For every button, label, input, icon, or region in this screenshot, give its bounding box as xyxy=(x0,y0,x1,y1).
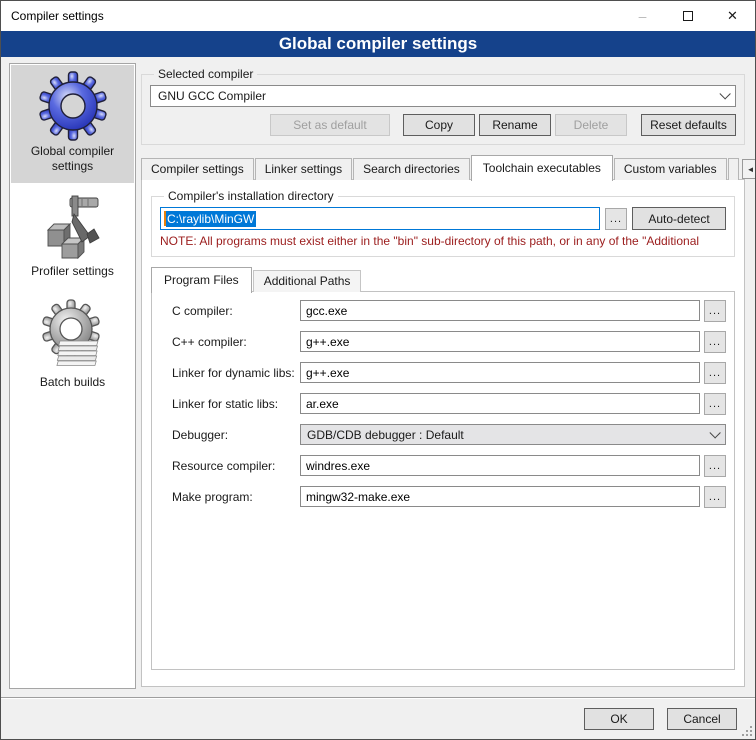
installation-directory-group: Compiler's installation directory C:\ray… xyxy=(151,189,735,257)
chevron-down-icon xyxy=(719,88,730,99)
cpp-compiler-label: C++ compiler: xyxy=(172,335,300,349)
rename-button[interactable]: Rename xyxy=(479,114,551,136)
linker-static-input[interactable] xyxy=(300,393,700,414)
compiler-select-value: GNU GCC Compiler xyxy=(158,89,719,103)
tab-scroll-buttons: ◄ ► xyxy=(742,159,756,179)
resource-compiler-label: Resource compiler: xyxy=(172,459,300,473)
compiler-settings-window: Compiler settings – ✕ Global compiler se… xyxy=(0,0,756,740)
window-title: Compiler settings xyxy=(1,9,104,23)
delete-button[interactable]: Delete xyxy=(555,114,627,136)
titlebar-buttons: – ✕ xyxy=(620,1,755,31)
sidebar-item-profiler-settings[interactable]: Profiler settings xyxy=(11,189,134,288)
tab-toolchain-executables[interactable]: Toolchain executables xyxy=(471,155,613,181)
installation-directory-value: C:\raylib\MinGW xyxy=(166,211,256,227)
program-files-tab-bar: Program Files Additional Paths xyxy=(151,266,735,292)
selected-compiler-group: Selected compiler GNU GCC Compiler Set a… xyxy=(141,67,745,145)
tab-build-options[interactable]: Build options xyxy=(728,158,739,180)
resource-compiler-input[interactable] xyxy=(300,455,700,476)
settings-sidebar: Global compiler settings xyxy=(9,63,136,689)
titlebar: Compiler settings – ✕ xyxy=(1,1,755,31)
resource-compiler-row: Resource compiler: ... xyxy=(172,455,726,476)
make-program-input[interactable] xyxy=(300,486,700,507)
selected-compiler-group-label: Selected compiler xyxy=(154,67,257,81)
scroll-left-icon: ◄ xyxy=(747,165,755,174)
chevron-down-icon xyxy=(709,427,720,438)
global-compiler-settings-gear-icon xyxy=(38,70,108,142)
make-program-row: Make program: ... xyxy=(172,486,726,507)
copy-button[interactable]: Copy xyxy=(403,114,475,136)
minimize-icon: – xyxy=(639,11,647,21)
resize-grip[interactable] xyxy=(742,726,753,737)
debugger-row: Debugger: GDB/CDB debugger : Default xyxy=(172,424,726,445)
debugger-label: Debugger: xyxy=(172,428,300,442)
compiler-buttons-row: Set as default Copy Rename Delete Reset … xyxy=(150,114,736,136)
maximize-button[interactable] xyxy=(665,1,710,31)
browse-directory-button[interactable]: ... xyxy=(605,208,627,230)
installation-directory-row: C:\raylib\MinGW ... Auto-detect xyxy=(160,207,726,230)
ok-button[interactable]: OK xyxy=(584,708,654,730)
program-files-panel: C compiler: ... C++ compiler: ... Linker… xyxy=(151,291,735,670)
auto-detect-button[interactable]: Auto-detect xyxy=(632,207,726,230)
c-compiler-input[interactable] xyxy=(300,300,700,321)
dialog-footer: OK Cancel xyxy=(1,697,755,739)
sidebar-item-batch-builds[interactable]: Batch builds xyxy=(11,294,134,399)
linker-static-label: Linker for static libs: xyxy=(172,397,300,411)
tab-custom-variables[interactable]: Custom variables xyxy=(614,158,727,180)
sidebar-item-global-compiler-settings[interactable]: Global compiler settings xyxy=(11,65,134,183)
installation-directory-group-label: Compiler's installation directory xyxy=(164,189,338,203)
linker-dynamic-input[interactable] xyxy=(300,362,700,383)
tab-scroll-left-button[interactable]: ◄ xyxy=(742,159,756,179)
batch-builds-gear-stack-icon xyxy=(38,299,108,373)
debugger-select-value: GDB/CDB debugger : Default xyxy=(307,428,709,442)
page-title: Global compiler settings xyxy=(1,31,755,57)
maximize-icon xyxy=(683,11,693,21)
reset-defaults-button[interactable]: Reset defaults xyxy=(641,114,736,136)
tab-program-files[interactable]: Program Files xyxy=(151,267,252,293)
tab-linker-settings[interactable]: Linker settings xyxy=(255,158,352,180)
set-as-default-button[interactable]: Set as default xyxy=(270,114,390,136)
tab-search-directories[interactable]: Search directories xyxy=(353,158,470,180)
toolchain-executables-panel: Compiler's installation directory C:\ray… xyxy=(141,179,745,687)
sidebar-item-label: Batch builds xyxy=(13,375,132,390)
cancel-button[interactable]: Cancel xyxy=(667,708,737,730)
c-compiler-label: C compiler: xyxy=(172,304,300,318)
linker-dynamic-row: Linker for dynamic libs: ... xyxy=(172,362,726,383)
cpp-compiler-row: C++ compiler: ... xyxy=(172,331,726,352)
linker-static-row: Linker for static libs: ... xyxy=(172,393,726,414)
make-program-label: Make program: xyxy=(172,490,300,504)
resource-compiler-browse-button[interactable]: ... xyxy=(704,455,726,477)
linker-dynamic-label: Linker for dynamic libs: xyxy=(172,366,300,380)
bin-subdirectory-note: NOTE: All programs must exist either in … xyxy=(160,234,726,248)
settings-tab-bar: Compiler settings Linker settings Search… xyxy=(141,154,745,180)
compiler-select[interactable]: GNU GCC Compiler xyxy=(150,85,736,107)
main-panel: Selected compiler GNU GCC Compiler Set a… xyxy=(141,61,745,687)
close-icon: ✕ xyxy=(727,8,738,24)
close-button[interactable]: ✕ xyxy=(710,1,755,31)
c-compiler-row: C compiler: ... xyxy=(172,300,726,321)
tab-additional-paths[interactable]: Additional Paths xyxy=(253,270,362,292)
sidebar-item-label: Profiler settings xyxy=(13,264,132,279)
cpp-compiler-input[interactable] xyxy=(300,331,700,352)
sidebar-item-label: Global compiler settings xyxy=(13,144,132,174)
tab-compiler-settings[interactable]: Compiler settings xyxy=(141,158,254,180)
linker-static-browse-button[interactable]: ... xyxy=(704,393,726,415)
debugger-select[interactable]: GDB/CDB debugger : Default xyxy=(300,424,726,445)
profiler-caliper-icon xyxy=(38,194,108,262)
minimize-button[interactable]: – xyxy=(620,1,665,31)
c-compiler-browse-button[interactable]: ... xyxy=(704,300,726,322)
cpp-compiler-browse-button[interactable]: ... xyxy=(704,331,726,353)
installation-directory-input[interactable]: C:\raylib\MinGW xyxy=(160,207,600,230)
make-program-browse-button[interactable]: ... xyxy=(704,486,726,508)
linker-dynamic-browse-button[interactable]: ... xyxy=(704,362,726,384)
